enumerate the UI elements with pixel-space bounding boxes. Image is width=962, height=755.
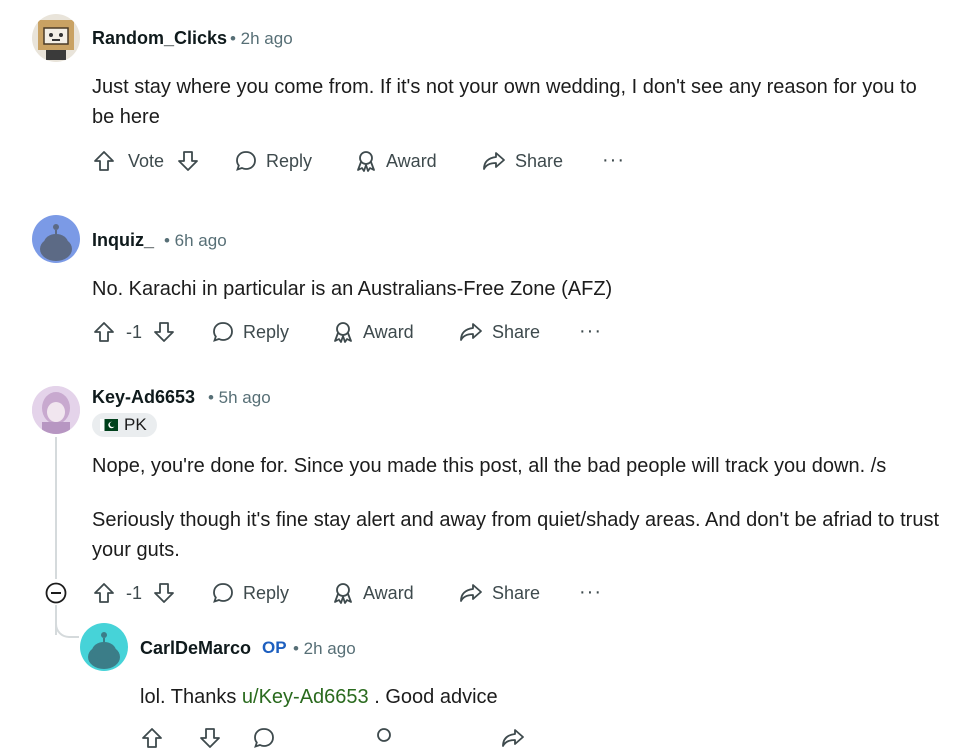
award-icon bbox=[334, 583, 352, 604]
downvote-icon[interactable] bbox=[198, 726, 222, 750]
user-mention-link[interactable]: u/Key-Ad6653 bbox=[242, 686, 369, 708]
upvote-icon[interactable] bbox=[140, 726, 164, 750]
op-badge: OP bbox=[262, 638, 287, 658]
comment-timestamp: • 5h ago bbox=[208, 388, 271, 407]
anime-character-avatar-icon bbox=[32, 386, 80, 434]
share-icon[interactable] bbox=[500, 726, 526, 750]
partial-downvote bbox=[198, 726, 222, 755]
share-icon bbox=[460, 584, 482, 602]
reply-thread-curve bbox=[55, 620, 79, 638]
award-label: Award bbox=[386, 150, 437, 171]
partial-action-row bbox=[140, 726, 164, 755]
comment-bubble-icon bbox=[236, 151, 256, 171]
snoo-avatar-icon bbox=[40, 224, 72, 261]
comment-bubble-icon bbox=[213, 322, 233, 342]
comment-bubble-icon bbox=[213, 583, 233, 603]
partial-share bbox=[500, 726, 526, 755]
share-label: Share bbox=[492, 582, 541, 603]
share-icon bbox=[460, 323, 482, 341]
upvote-icon[interactable] bbox=[92, 581, 116, 605]
vote-label: Vote bbox=[128, 150, 165, 171]
award-button[interactable]: Award bbox=[331, 581, 414, 605]
body-text: . Good advice bbox=[368, 686, 498, 708]
vote-score: -1 bbox=[126, 321, 143, 342]
award-label: Award bbox=[363, 321, 414, 342]
reply-button[interactable]: Reply bbox=[211, 581, 289, 605]
snoo-avatar-icon bbox=[88, 632, 120, 669]
flair-text: PK bbox=[124, 415, 147, 434]
more-options-button[interactable]: ··· bbox=[579, 320, 602, 343]
vote-score: -1 bbox=[126, 582, 143, 603]
vote-control: Vote bbox=[92, 149, 200, 173]
box-character-avatar-icon bbox=[38, 20, 74, 60]
reply-label: Reply bbox=[243, 582, 290, 603]
downvote-icon[interactable] bbox=[176, 149, 200, 173]
comment-body: Just stay where you come from. If it's n… bbox=[92, 76, 917, 128]
share-button[interactable]: Share bbox=[458, 581, 540, 605]
body-text: lol. Thanks bbox=[140, 686, 242, 708]
avatar[interactable] bbox=[32, 215, 80, 263]
comment-timestamp: • 2h ago bbox=[230, 29, 293, 48]
award-label: Award bbox=[363, 582, 414, 603]
avatar[interactable] bbox=[80, 623, 128, 671]
award-icon[interactable] bbox=[372, 726, 396, 750]
share-button[interactable]: Share bbox=[481, 149, 563, 173]
comment-bubble-icon[interactable] bbox=[252, 726, 276, 750]
reply-button[interactable]: Reply bbox=[234, 149, 312, 173]
comment-body: No. Karachi in particular is an Australi… bbox=[92, 278, 613, 300]
vote-control: -1 bbox=[92, 581, 176, 605]
share-label: Share bbox=[515, 150, 564, 171]
vote-control: -1 bbox=[92, 320, 176, 344]
comment-username[interactable]: Key-Ad6653 bbox=[92, 387, 195, 408]
downvote-icon[interactable] bbox=[152, 320, 176, 344]
pakistan-flag-icon bbox=[100, 419, 118, 431]
award-button[interactable]: Award bbox=[354, 149, 437, 173]
collapse-icon bbox=[45, 582, 67, 604]
reply-button[interactable]: Reply bbox=[211, 320, 289, 344]
comment-body-paragraph: Seriously though it's fine stay alert an… bbox=[92, 509, 940, 561]
reply-label: Reply bbox=[266, 150, 313, 171]
award-icon bbox=[357, 151, 375, 172]
comment-username[interactable]: Random_Clicks bbox=[92, 28, 227, 49]
more-options-button[interactable]: ··· bbox=[579, 581, 602, 604]
downvote-icon[interactable] bbox=[152, 581, 176, 605]
user-flair: PK bbox=[92, 413, 157, 437]
award-button[interactable]: Award bbox=[331, 320, 414, 344]
avatar[interactable] bbox=[32, 386, 80, 434]
award-icon bbox=[334, 322, 352, 343]
comment-username[interactable]: CarlDeMarco bbox=[140, 638, 251, 659]
partial-award bbox=[372, 726, 396, 755]
upvote-icon[interactable] bbox=[92, 149, 116, 173]
share-button[interactable]: Share bbox=[458, 320, 540, 344]
comment-timestamp: • 6h ago bbox=[164, 231, 227, 250]
share-icon bbox=[483, 152, 505, 170]
more-options-button[interactable]: ··· bbox=[602, 149, 625, 172]
thread-line[interactable] bbox=[55, 437, 57, 579]
comment-timestamp: • 2h ago bbox=[293, 639, 356, 658]
share-label: Share bbox=[492, 321, 541, 342]
comment-username[interactable]: Inquiz_ bbox=[92, 230, 154, 251]
comment-body: lol. Thanks u/Key-Ad6653 . Good advice bbox=[140, 682, 940, 712]
op-label: OP bbox=[262, 638, 287, 657]
avatar[interactable] bbox=[32, 14, 80, 62]
partial-reply bbox=[252, 726, 276, 755]
comment-body-paragraph: Nope, you're done for. Since you made th… bbox=[92, 455, 887, 477]
reply-label: Reply bbox=[243, 321, 290, 342]
upvote-icon[interactable] bbox=[92, 320, 116, 344]
